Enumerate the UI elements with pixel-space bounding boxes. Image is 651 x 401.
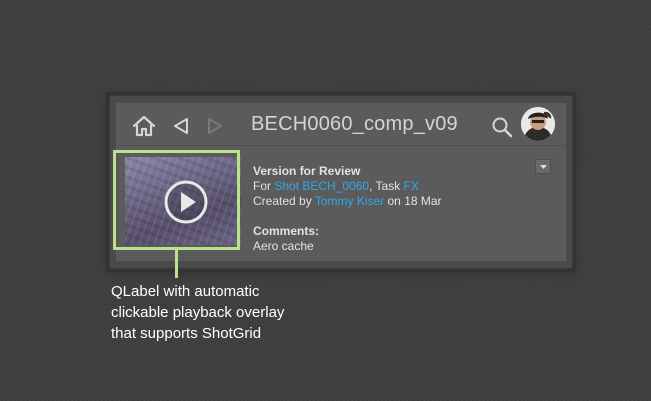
- for-label: For: [253, 179, 275, 193]
- shot-link[interactable]: Shot BECH_0060: [274, 179, 369, 193]
- page-title: BECH0060_comp_v09: [251, 113, 458, 135]
- created-by-line: Created by Tommy Kiser on 18 Mar: [253, 194, 442, 209]
- version-heading: Version for Review: [253, 164, 361, 178]
- avatar[interactable]: [521, 107, 555, 141]
- task-link[interactable]: FX: [404, 179, 419, 193]
- shot-task-line: For Shot BECH_0060, Task FX: [253, 179, 442, 194]
- search-icon[interactable]: [491, 116, 513, 138]
- callout-highlight: [113, 150, 240, 250]
- back-icon[interactable]: [173, 117, 189, 135]
- forward-icon[interactable]: [207, 117, 223, 135]
- user-avatar-icon: [521, 107, 555, 141]
- caption-line: that supports ShotGrid: [111, 325, 262, 342]
- version-details: Version for Review For Shot BECH_0060, T…: [253, 164, 442, 254]
- widget-header: BECH0060_comp_v09: [116, 103, 566, 146]
- created-date: on 18 Mar: [384, 194, 442, 208]
- actions-dropdown-button[interactable]: [535, 159, 551, 174]
- caption-line: QLabel with automatic: [111, 283, 260, 300]
- caption-line: clickable playback overlay: [111, 304, 285, 321]
- user-link[interactable]: Tommy Kiser: [315, 194, 384, 208]
- home-icon[interactable]: [132, 115, 156, 137]
- chevron-down-icon: [540, 165, 547, 169]
- callout-caption: QLabel with automatic clickable playback…: [111, 281, 351, 344]
- comments-label: Comments:: [253, 224, 320, 238]
- created-by-label: Created by: [253, 194, 315, 208]
- task-label: , Task: [369, 179, 404, 193]
- comments-text: Aero cache: [253, 239, 314, 253]
- callout-line: [175, 250, 178, 278]
